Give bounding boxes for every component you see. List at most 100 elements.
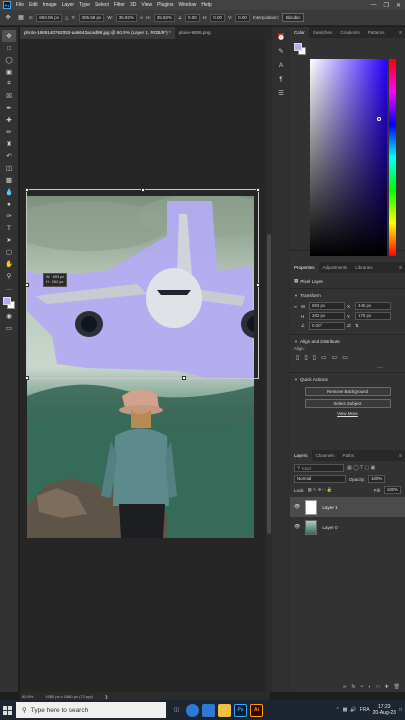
move-tool-icon[interactable]: ✥	[3, 13, 13, 23]
illustrator-taskbar-icon[interactable]: Ai	[250, 703, 263, 717]
kind-filter-dropdown[interactable]: ⚲ Kind	[294, 464, 344, 472]
color-picker-cursor[interactable]	[377, 117, 381, 121]
trash-icon[interactable]: 🗑	[394, 684, 400, 690]
saturation-brightness-field[interactable]	[310, 59, 387, 256]
notification-icon[interactable]: □	[399, 707, 402, 713]
gradient-tool-icon[interactable]: ▩	[2, 174, 16, 186]
y-field[interactable]: 175 px	[355, 312, 391, 320]
flip-v-icon[interactable]: ⇅	[355, 323, 391, 329]
layer-name[interactable]: Layer 1	[322, 505, 337, 510]
language-indicator[interactable]: FRA	[360, 707, 370, 713]
menu-view[interactable]: View	[141, 2, 152, 8]
fg-swatch[interactable]	[294, 43, 302, 51]
zoom-tool-icon[interactable]: ⚲	[2, 270, 16, 282]
tab-patterns[interactable]: Patterns	[364, 27, 389, 38]
align-left-icon[interactable]: ▯	[296, 354, 299, 361]
character-icon[interactable]: A	[275, 59, 287, 71]
rectangle-tool-icon[interactable]: ▢	[2, 246, 16, 258]
fx-icon[interactable]: fx	[351, 684, 355, 690]
transform-section-header[interactable]: ▼ Transform	[290, 291, 405, 300]
blend-mode-dropdown[interactable]: Normal	[294, 475, 346, 483]
taskbar-search-box[interactable]: ⚲ Type here to search	[16, 702, 166, 718]
delta-icon[interactable]: △	[65, 15, 68, 21]
select-subject-button[interactable]: Select Subject	[304, 399, 391, 408]
view-more-link[interactable]: View More	[290, 411, 405, 416]
screen-mode-icon[interactable]: ▭	[2, 322, 16, 334]
height-field[interactable]: 35.82%	[153, 13, 175, 22]
x-field[interactable]: 446 px	[355, 302, 391, 310]
menu-edit[interactable]: Edit	[29, 2, 38, 8]
chrome-icon[interactable]	[186, 703, 199, 717]
interpolation-dropdown[interactable]: Bicubic	[281, 13, 305, 22]
align-hcenter-icon[interactable]: ▯	[304, 354, 307, 361]
document-image[interactable]	[27, 196, 254, 538]
zoom-level[interactable]: 60.5%	[22, 694, 33, 699]
tab-adjustments[interactable]: Adjustments	[319, 262, 352, 273]
dodge-tool-icon[interactable]: ●	[2, 198, 16, 210]
align-section-header[interactable]: ▼ Align and Distribute	[290, 337, 405, 346]
link-layers-icon[interactable]: ∞	[343, 684, 347, 690]
menu-window[interactable]: Window	[179, 2, 197, 8]
fill-field[interactable]: 100%	[383, 486, 401, 494]
color-swatch-pair[interactable]	[294, 43, 306, 55]
volume-icon[interactable]: 🔊	[350, 707, 356, 713]
tray-overflow-icon[interactable]: ⌃	[335, 707, 339, 713]
link-dimensions-icon[interactable]: ∞	[294, 304, 299, 309]
panel-menu-icon[interactable]: ≡	[399, 30, 405, 36]
w-field[interactable]: 893 px	[309, 302, 345, 310]
new-layer-icon[interactable]: ✚	[384, 684, 388, 690]
tab-properties[interactable]: Properties	[290, 262, 319, 273]
artboard-tool-icon[interactable]: □	[2, 42, 16, 54]
align-top-icon[interactable]: ▭	[321, 354, 327, 361]
history-brush-icon[interactable]: ↶	[2, 150, 16, 162]
clone-stamp-icon[interactable]: ♜	[2, 138, 16, 150]
more-options-icon[interactable]: …	[290, 364, 405, 370]
file-explorer-icon[interactable]	[218, 703, 231, 717]
layer-row[interactable]: 👁 Layer 1	[290, 497, 405, 517]
task-view-icon[interactable]: ◫	[170, 704, 183, 717]
menu-plugins[interactable]: Plugins	[157, 2, 173, 8]
vskew-field[interactable]: 0.00	[235, 13, 250, 22]
path-selection-icon[interactable]: ➤	[2, 234, 16, 246]
tab-plane-document[interactable]: plane-9936.png	[175, 27, 215, 39]
angle-field[interactable]: 0.00	[185, 13, 200, 22]
healing-brush-icon[interactable]: ✚	[2, 114, 16, 126]
mask-icon[interactable]: ◓	[360, 684, 363, 690]
tab-paths[interactable]: Paths	[339, 450, 359, 461]
foreground-color-swatch[interactable]	[3, 297, 11, 305]
photoshop-taskbar-icon[interactable]: Ps	[234, 703, 247, 717]
tab-libraries[interactable]: Libraries	[351, 262, 376, 273]
lasso-tool-icon[interactable]: ◯	[2, 54, 16, 66]
remove-background-button[interactable]: Remove Background	[304, 387, 391, 396]
group-icon[interactable]: □	[376, 684, 379, 690]
layer-name[interactable]: Layer 0	[322, 525, 337, 530]
menu-select[interactable]: Select	[95, 2, 109, 8]
adjustment-icon[interactable]: ◐	[368, 684, 371, 690]
tab-photo-document[interactable]: photo-1689140762053-aa6643acad98.jpg @ 6…	[20, 27, 175, 39]
minimize-icon[interactable]: —	[371, 2, 377, 9]
clock[interactable]: 17:23 20-Aug-23	[373, 704, 396, 716]
close-icon[interactable]: ✕	[396, 2, 401, 9]
quick-mask-icon[interactable]: ◉	[2, 310, 16, 322]
menu-layer[interactable]: Layer	[62, 2, 75, 8]
quick-actions-header[interactable]: ▼ Quick Actions	[290, 375, 405, 384]
brush-tool-icon[interactable]: ✏	[2, 126, 16, 138]
width-field[interactable]: 35.82%	[115, 13, 137, 22]
color-swatches[interactable]	[2, 296, 16, 310]
menu-file[interactable]: File	[16, 2, 24, 8]
layer-row[interactable]: 👁 Layer 0	[290, 517, 405, 537]
move-tool-icon[interactable]: ✥	[2, 30, 16, 42]
more-tools-icon[interactable]: …	[2, 282, 16, 294]
opacity-field[interactable]: 100%	[368, 475, 386, 483]
network-icon[interactable]: ▩	[343, 707, 348, 713]
pen-tool-icon[interactable]: ✑	[2, 210, 16, 222]
hand-tool-icon[interactable]: ✋	[2, 258, 16, 270]
tab-channels[interactable]: Channels	[312, 450, 339, 461]
panel-menu-icon[interactable]: ≡	[399, 453, 405, 459]
paragraph-icon[interactable]: ¶	[275, 73, 287, 85]
crop-tool-icon[interactable]: ⌗	[2, 78, 16, 90]
eraser-tool-icon[interactable]: ◫	[2, 162, 16, 174]
hue-slider[interactable]	[389, 59, 396, 256]
status-arrow-icon[interactable]: ❯	[105, 694, 108, 699]
eyedropper-tool-icon[interactable]: ✒	[2, 102, 16, 114]
